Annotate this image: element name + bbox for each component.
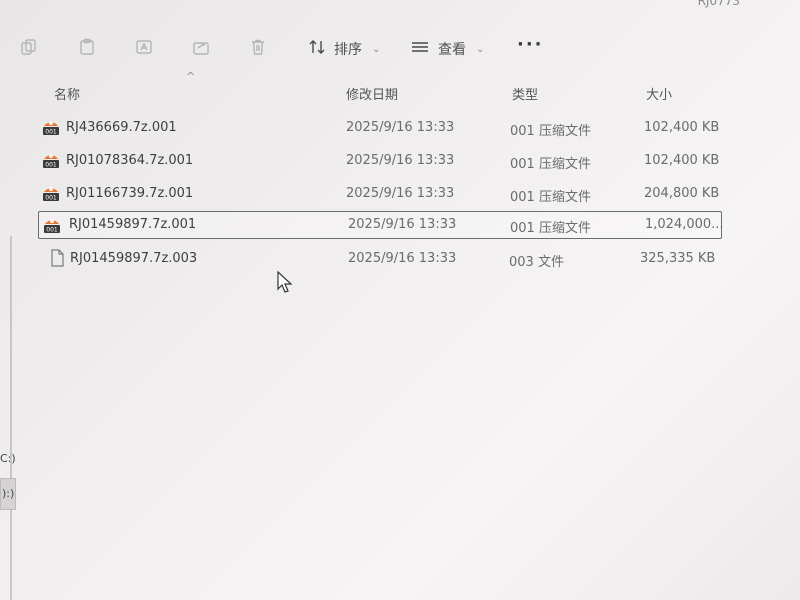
paste-icon[interactable]: [76, 36, 98, 58]
file-size: 204,800 KB: [644, 186, 720, 201]
file-modified: 2025/9/16 13:33: [348, 217, 457, 232]
view-button[interactable]: 查看 ⌄: [410, 38, 484, 60]
command-toolbar: 排序 ⌄ 查看 ⌄ ···: [0, 22, 800, 72]
sort-label: 排序: [334, 42, 362, 58]
nav-drive-selected[interactable]: ):): [0, 478, 16, 510]
file-name: RJ436669.7z.001: [66, 120, 177, 135]
copy-icon[interactable]: [18, 36, 40, 58]
svg-text:001: 001: [45, 162, 57, 169]
column-header-size[interactable]: 大小: [646, 84, 672, 103]
rename-icon[interactable]: [133, 36, 155, 58]
file-row[interactable]: 001 RJ436669.7z.001 2025/9/16 13:33 001 …: [36, 114, 720, 142]
column-header-modified[interactable]: 修改日期: [346, 84, 398, 103]
file-name: RJ01459897.7z.001: [69, 217, 197, 232]
file-modified: 2025/9/16 13:33: [346, 186, 455, 201]
svg-text:001: 001: [46, 227, 58, 234]
navigation-pane-divider: [10, 236, 12, 600]
file-type: 001 压缩文件: [510, 221, 591, 236]
view-list-icon: [410, 38, 430, 60]
archive-icon: 001: [42, 215, 62, 235]
file-explorer-window: RJ0773 排序 ⌄ 查看 ⌄ ··· ^ 名称 修改日期 类型 大小 001…: [0, 0, 800, 600]
file-name: RJ01459897.7z.003: [70, 251, 198, 266]
chevron-down-icon: ⌄: [372, 43, 381, 55]
file-type: 001 压缩文件: [510, 157, 591, 172]
nav-drive-fragment[interactable]: C:): [0, 452, 16, 465]
file-size: 102,400 KB: [644, 120, 720, 135]
archive-icon: 001: [41, 150, 61, 170]
mouse-cursor-icon: [276, 270, 294, 294]
archive-icon: 001: [41, 117, 61, 137]
file-row[interactable]: 001 RJ01078364.7z.001 2025/9/16 13:33 00…: [36, 147, 720, 175]
file-size: 1,024,000...: [645, 217, 724, 232]
column-header-row: ^ 名称 修改日期 类型 大小: [0, 70, 800, 106]
view-label: 查看: [438, 42, 466, 58]
sort-ascending-icon: ^: [186, 70, 196, 83]
chevron-down-icon: ⌄: [476, 43, 485, 55]
file-name: RJ01166739.7z.001: [66, 186, 194, 201]
file-row[interactable]: 001 RJ01166739.7z.001 2025/9/16 13:33 00…: [36, 180, 720, 208]
more-options-button[interactable]: ···: [517, 34, 544, 55]
column-header-name[interactable]: 名称: [54, 84, 80, 103]
sort-button[interactable]: 排序 ⌄: [308, 38, 380, 60]
file-row-selected[interactable]: 001 RJ01459897.7z.001 2025/9/16 13:33 00…: [38, 211, 724, 239]
share-icon[interactable]: [190, 36, 212, 58]
nav-drive-label: ):): [2, 487, 15, 500]
file-type: 001 压缩文件: [510, 190, 591, 205]
file-name: RJ01078364.7z.001: [66, 153, 194, 168]
file-modified: 2025/9/16 13:33: [348, 251, 457, 266]
column-header-type[interactable]: 类型: [512, 84, 538, 103]
archive-icon: 001: [41, 183, 61, 203]
file-modified: 2025/9/16 13:33: [346, 153, 455, 168]
window-title-fragment: RJ0773: [697, 0, 740, 8]
file-size: 325,335 KB: [640, 251, 716, 266]
delete-icon[interactable]: [247, 36, 269, 58]
svg-text:001: 001: [45, 195, 57, 202]
svg-text:001: 001: [45, 129, 57, 136]
file-row[interactable]: RJ01459897.7z.003 2025/9/16 13:33 003 文件…: [40, 245, 722, 273]
file-modified: 2025/9/16 13:33: [346, 120, 455, 135]
file-type: 001 压缩文件: [510, 124, 591, 139]
file-size: 102,400 KB: [644, 153, 720, 168]
file-type: 003 文件: [509, 255, 564, 270]
sort-icon: [308, 38, 326, 60]
blank-file-icon: [47, 248, 67, 268]
